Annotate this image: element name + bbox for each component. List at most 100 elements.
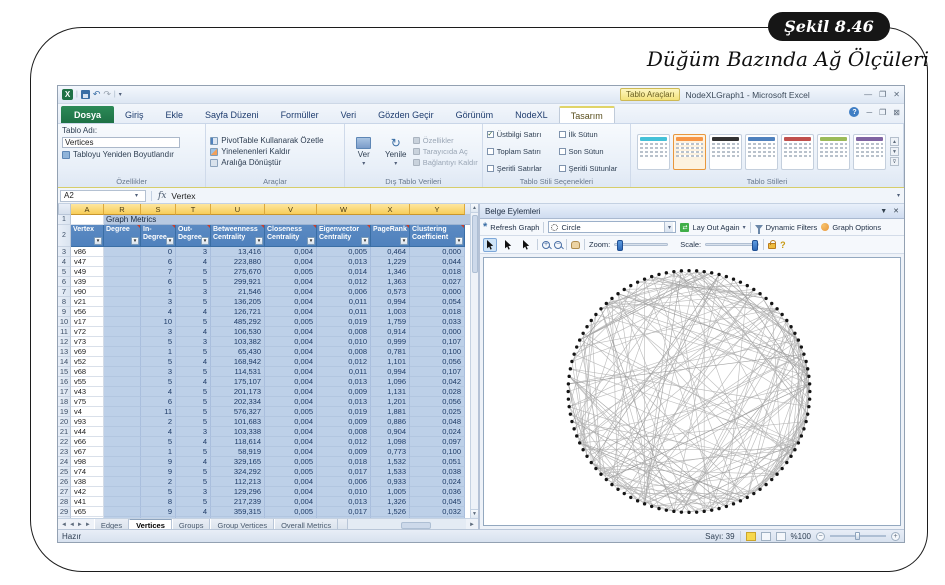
grid-cell[interactable]: 1,096 — [371, 377, 410, 387]
graph-vertex[interactable] — [717, 273, 720, 276]
row-header[interactable]: 4 — [58, 257, 71, 267]
grid-cell[interactable]: 0,009 — [317, 417, 371, 427]
grid-cell[interactable] — [104, 317, 141, 327]
vertex-cell[interactable]: v38 — [71, 477, 104, 487]
grid-cell[interactable]: 1,098 — [371, 437, 410, 447]
graph-vertex[interactable] — [569, 412, 572, 415]
graph-vertex[interactable] — [575, 345, 578, 348]
graph-vertex[interactable] — [775, 307, 778, 310]
graph-vertex[interactable] — [802, 427, 805, 430]
graph-vertex[interactable] — [764, 483, 767, 486]
grid-cell[interactable]: 0,006 — [317, 477, 371, 487]
vertex-cell[interactable]: v52 — [71, 357, 104, 367]
close-icon[interactable]: ✕ — [893, 90, 900, 99]
table-column-header[interactable]: Eigenvector Centrality▾ — [317, 225, 371, 247]
redo-icon[interactable]: ↷ — [103, 90, 111, 99]
row-header[interactable]: 25 — [58, 467, 71, 477]
grid-cell[interactable]: 5 — [141, 357, 176, 367]
grid-cell[interactable]: 2 — [141, 477, 176, 487]
grid-cell[interactable]: 1,881 — [371, 407, 410, 417]
graph-vertex[interactable] — [594, 467, 597, 470]
grid-cell[interactable]: 0,012 — [317, 437, 371, 447]
grid-cell[interactable]: 106,530 — [211, 327, 265, 337]
grid-cell[interactable]: 0,008 — [317, 347, 371, 357]
normal-view-icon[interactable] — [746, 532, 756, 541]
graph-vertex[interactable] — [570, 360, 573, 363]
grid-cell[interactable]: 5 — [176, 397, 211, 407]
grid-cell[interactable]: 0,914 — [371, 327, 410, 337]
undo-icon[interactable]: ↶ — [93, 90, 101, 99]
select-all-corner[interactable] — [58, 204, 71, 215]
grid-cell[interactable]: 0,017 — [317, 467, 371, 477]
grid-cell[interactable]: 1 — [141, 287, 176, 297]
grid-cell[interactable]: 0,011 — [317, 367, 371, 377]
graph-vertex[interactable] — [572, 427, 575, 430]
grid-cell[interactable]: 3 — [141, 367, 176, 377]
row-header[interactable]: 16 — [58, 377, 71, 387]
graph-options-button[interactable]: Graph Options — [821, 223, 881, 232]
style-option-2[interactable]: Şeritli Satırlar — [487, 160, 551, 177]
grid-cell[interactable]: 4 — [176, 357, 211, 367]
graph-vertex[interactable] — [695, 510, 698, 513]
column-header-T[interactable]: T — [176, 204, 211, 215]
graph-vertex[interactable] — [739, 499, 742, 502]
grid-cell[interactable]: 0,011 — [317, 297, 371, 307]
lay-out-again-button[interactable]: ⇄ Lay Out Again ▾ — [680, 223, 745, 232]
grid-cell[interactable]: 0,107 — [410, 367, 465, 377]
graph-vertex[interactable] — [808, 397, 811, 400]
grid-cell[interactable]: 0,044 — [410, 257, 465, 267]
graph-vertex[interactable] — [687, 269, 690, 272]
grid-cell[interactable]: 0,004 — [265, 487, 317, 497]
graph-vertex[interactable] — [732, 502, 735, 505]
row-header-1[interactable]: 1 — [58, 215, 71, 225]
graph-vertex[interactable] — [569, 367, 572, 370]
grid-cell[interactable]: 0,773 — [371, 447, 410, 457]
grid-cell[interactable] — [104, 507, 141, 517]
graph-vertex[interactable] — [680, 510, 683, 513]
pane-close-icon[interactable]: ✕ — [893, 207, 899, 215]
row-header[interactable]: 5 — [58, 267, 71, 277]
grid-cell[interactable]: 5 — [141, 437, 176, 447]
table-style-swatch[interactable] — [817, 134, 850, 170]
grid-cell[interactable]: 3 — [141, 297, 176, 307]
style-option-0[interactable]: ✓Üstbilgi Satırı — [487, 126, 551, 143]
grid-cell[interactable]: 0,014 — [317, 267, 371, 277]
grid-cell[interactable]: 3 — [176, 427, 211, 437]
status-zoom-thumb[interactable] — [855, 532, 860, 540]
graph-vertex[interactable] — [808, 390, 811, 393]
network-graph[interactable] — [484, 258, 900, 525]
grid-cell[interactable]: 5 — [176, 387, 211, 397]
grid-cell[interactable]: 0,013 — [317, 257, 371, 267]
grid-cell[interactable] — [104, 247, 141, 257]
ribbon-tab-veri[interactable]: Veri — [330, 106, 368, 123]
grid-cell[interactable]: 5 — [176, 447, 211, 457]
vertex-cell[interactable]: v21 — [71, 297, 104, 307]
grid-cell[interactable]: 5 — [176, 497, 211, 507]
grid-cell[interactable]: 4 — [176, 257, 211, 267]
grid-cell[interactable]: 1,346 — [371, 267, 410, 277]
dynamic-filters-button[interactable]: Dynamic Filters — [755, 223, 818, 232]
row-header-2[interactable]: 2 — [58, 225, 71, 247]
ribbon-tab-gözden-geçir[interactable]: Gözden Geçir — [367, 106, 445, 123]
grid-cell[interactable]: 0,056 — [410, 357, 465, 367]
grid-cell[interactable]: 21,546 — [211, 287, 265, 297]
graph-vertex[interactable] — [567, 390, 570, 393]
grid-cell[interactable]: 1,131 — [371, 387, 410, 397]
graph-vertex[interactable] — [793, 332, 796, 335]
page-break-view-icon[interactable] — [776, 532, 786, 541]
grid-cell[interactable]: 202,334 — [211, 397, 265, 407]
grid-cell[interactable]: 0,933 — [371, 477, 410, 487]
grid-cell[interactable]: 0,005 — [265, 267, 317, 277]
next-sheet-icon[interactable]: ► — [77, 522, 83, 528]
zoom-out-button[interactable]: − — [816, 532, 825, 541]
grid-cell[interactable]: 0,018 — [317, 457, 371, 467]
grid-cell[interactable]: 5 — [176, 467, 211, 477]
table-style-swatch[interactable] — [673, 134, 706, 170]
grid-cell[interactable]: 103,382 — [211, 337, 265, 347]
grid-cell[interactable]: 0,004 — [265, 397, 317, 407]
grid-cell[interactable]: 13,416 — [211, 247, 265, 257]
zoom-slider-thumb[interactable] — [617, 240, 623, 251]
grid-cell[interactable]: 4 — [176, 307, 211, 317]
table-style-swatch[interactable] — [853, 134, 886, 170]
column-header-X[interactable]: X — [371, 204, 410, 215]
